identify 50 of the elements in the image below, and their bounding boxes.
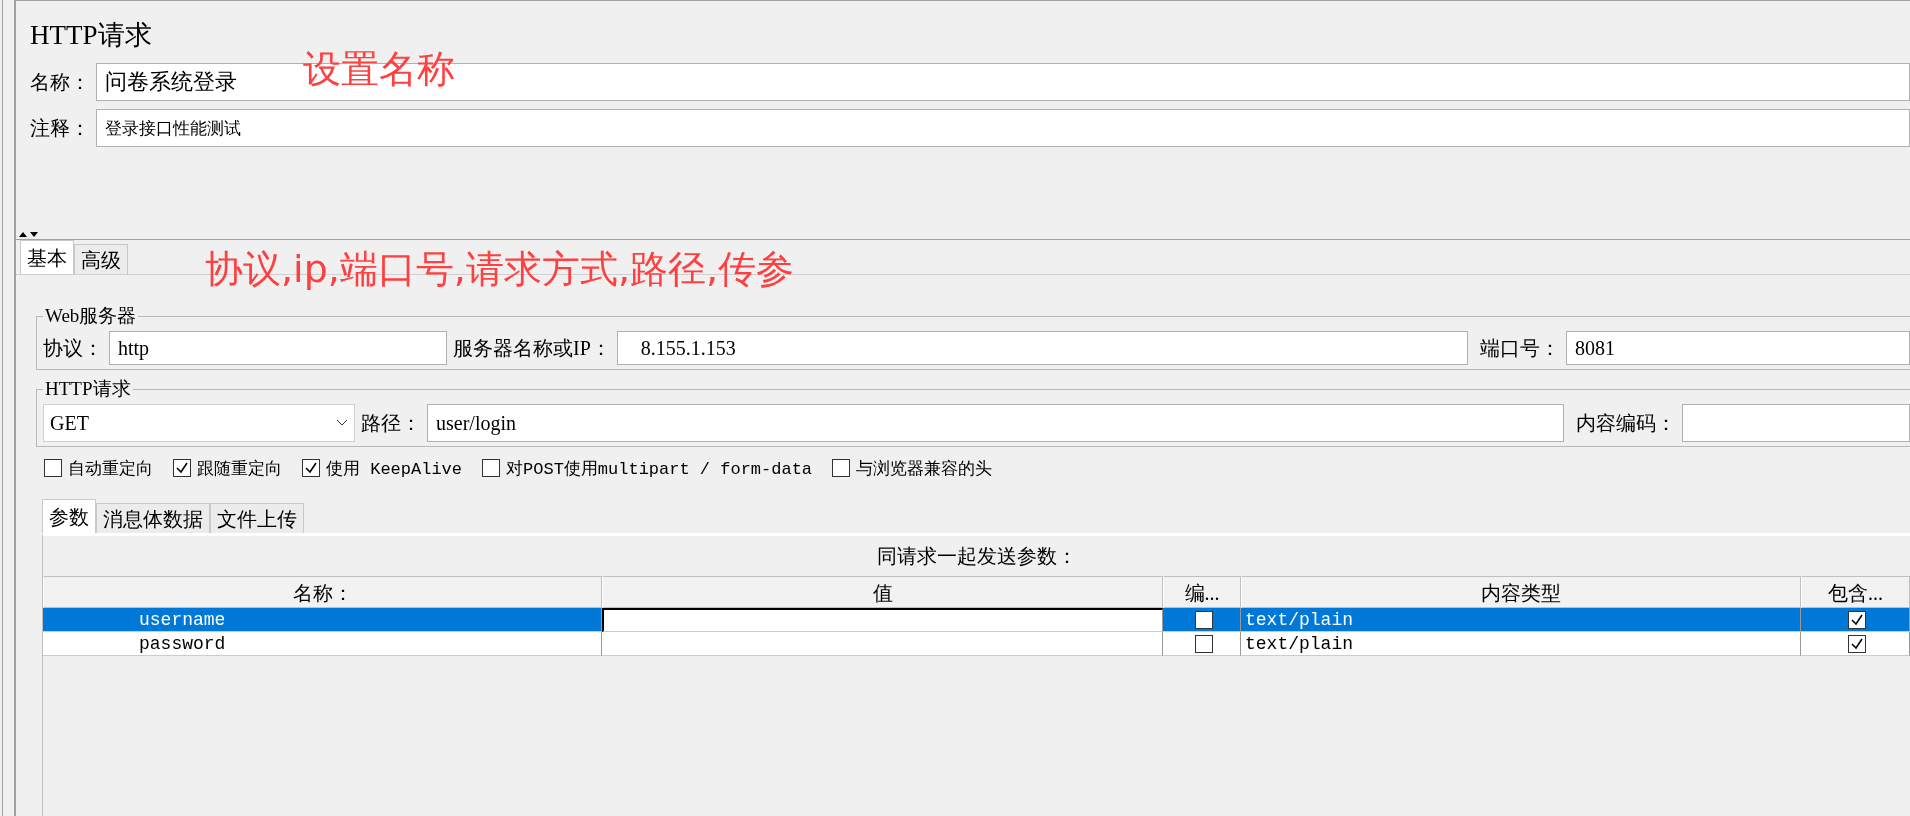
chevron-down-icon xyxy=(336,419,348,427)
checkbox[interactable] xyxy=(1848,634,1866,653)
table-cell[interactable]: password xyxy=(43,632,602,656)
checkbox[interactable] xyxy=(832,459,851,477)
checkbox[interactable] xyxy=(482,459,501,477)
annotation-text: 协议,ip,端口号,请求方式,路径,传参 xyxy=(205,246,795,293)
tab[interactable]: 文件上传 xyxy=(210,503,304,533)
option-label: 跟随重定向 xyxy=(197,458,282,480)
encoding-field[interactable] xyxy=(1682,404,1910,442)
option-label: 对POST使用multipart / form-data xyxy=(506,458,813,480)
panel-title: HTTP请求 xyxy=(30,19,153,52)
checkbox[interactable] xyxy=(1848,610,1866,629)
tab[interactable]: 消息体数据 xyxy=(96,503,210,533)
group-title: Web服务器 xyxy=(44,304,138,328)
protocol-label: 协议： xyxy=(43,335,103,361)
encoding-label: 内容编码： xyxy=(1576,410,1676,436)
tab[interactable]: 参数 xyxy=(42,499,96,533)
checkbox[interactable] xyxy=(1194,634,1213,653)
method-dropdown[interactable]: GET xyxy=(43,404,355,442)
name-label: 名称： xyxy=(30,69,90,95)
column-header[interactable]: 名称： xyxy=(43,576,602,608)
port-field[interactable]: 8081 xyxy=(1566,331,1910,365)
server-label: 服务器名称或IP： xyxy=(453,335,611,361)
value-cell[interactable] xyxy=(602,608,1163,632)
checkbox[interactable] xyxy=(1194,610,1213,629)
column-header[interactable]: 编... xyxy=(1163,576,1241,608)
table-cell: text/plain xyxy=(1241,632,1801,656)
option-label: 自动重定向 xyxy=(68,458,153,480)
option-label: 与浏览器兼容的头 xyxy=(856,458,993,480)
tab[interactable]: 高级 xyxy=(74,244,128,274)
tab[interactable]: 基本 xyxy=(20,240,74,274)
path-field[interactable]: user/login xyxy=(427,404,1564,442)
path-label: 路径： xyxy=(361,410,421,436)
table-cell[interactable]: username xyxy=(43,608,602,632)
params-caption: 同请求一起发送参数： xyxy=(875,544,1078,569)
port-label: 端口号： xyxy=(1480,335,1560,361)
table-cell: text/plain xyxy=(1241,608,1801,632)
column-header[interactable]: 值 xyxy=(602,576,1163,608)
value-cell[interactable] xyxy=(602,632,1163,656)
column-header[interactable]: 包含... xyxy=(1801,576,1910,608)
option-label: 使用 KeepAlive xyxy=(326,458,463,480)
server-field[interactable]: 8.155.1.153 xyxy=(616,331,1468,365)
checkbox[interactable] xyxy=(173,459,191,477)
checkbox[interactable] xyxy=(302,459,320,477)
comment-label: 注释： xyxy=(30,115,90,141)
protocol-field[interactable]: http xyxy=(109,331,447,365)
column-header[interactable]: 内容类型 xyxy=(1241,576,1801,608)
checkbox[interactable] xyxy=(44,459,62,477)
group-title: HTTP请求 xyxy=(44,377,132,401)
comment-field[interactable]: 登录接口性能测试 xyxy=(96,109,1910,147)
